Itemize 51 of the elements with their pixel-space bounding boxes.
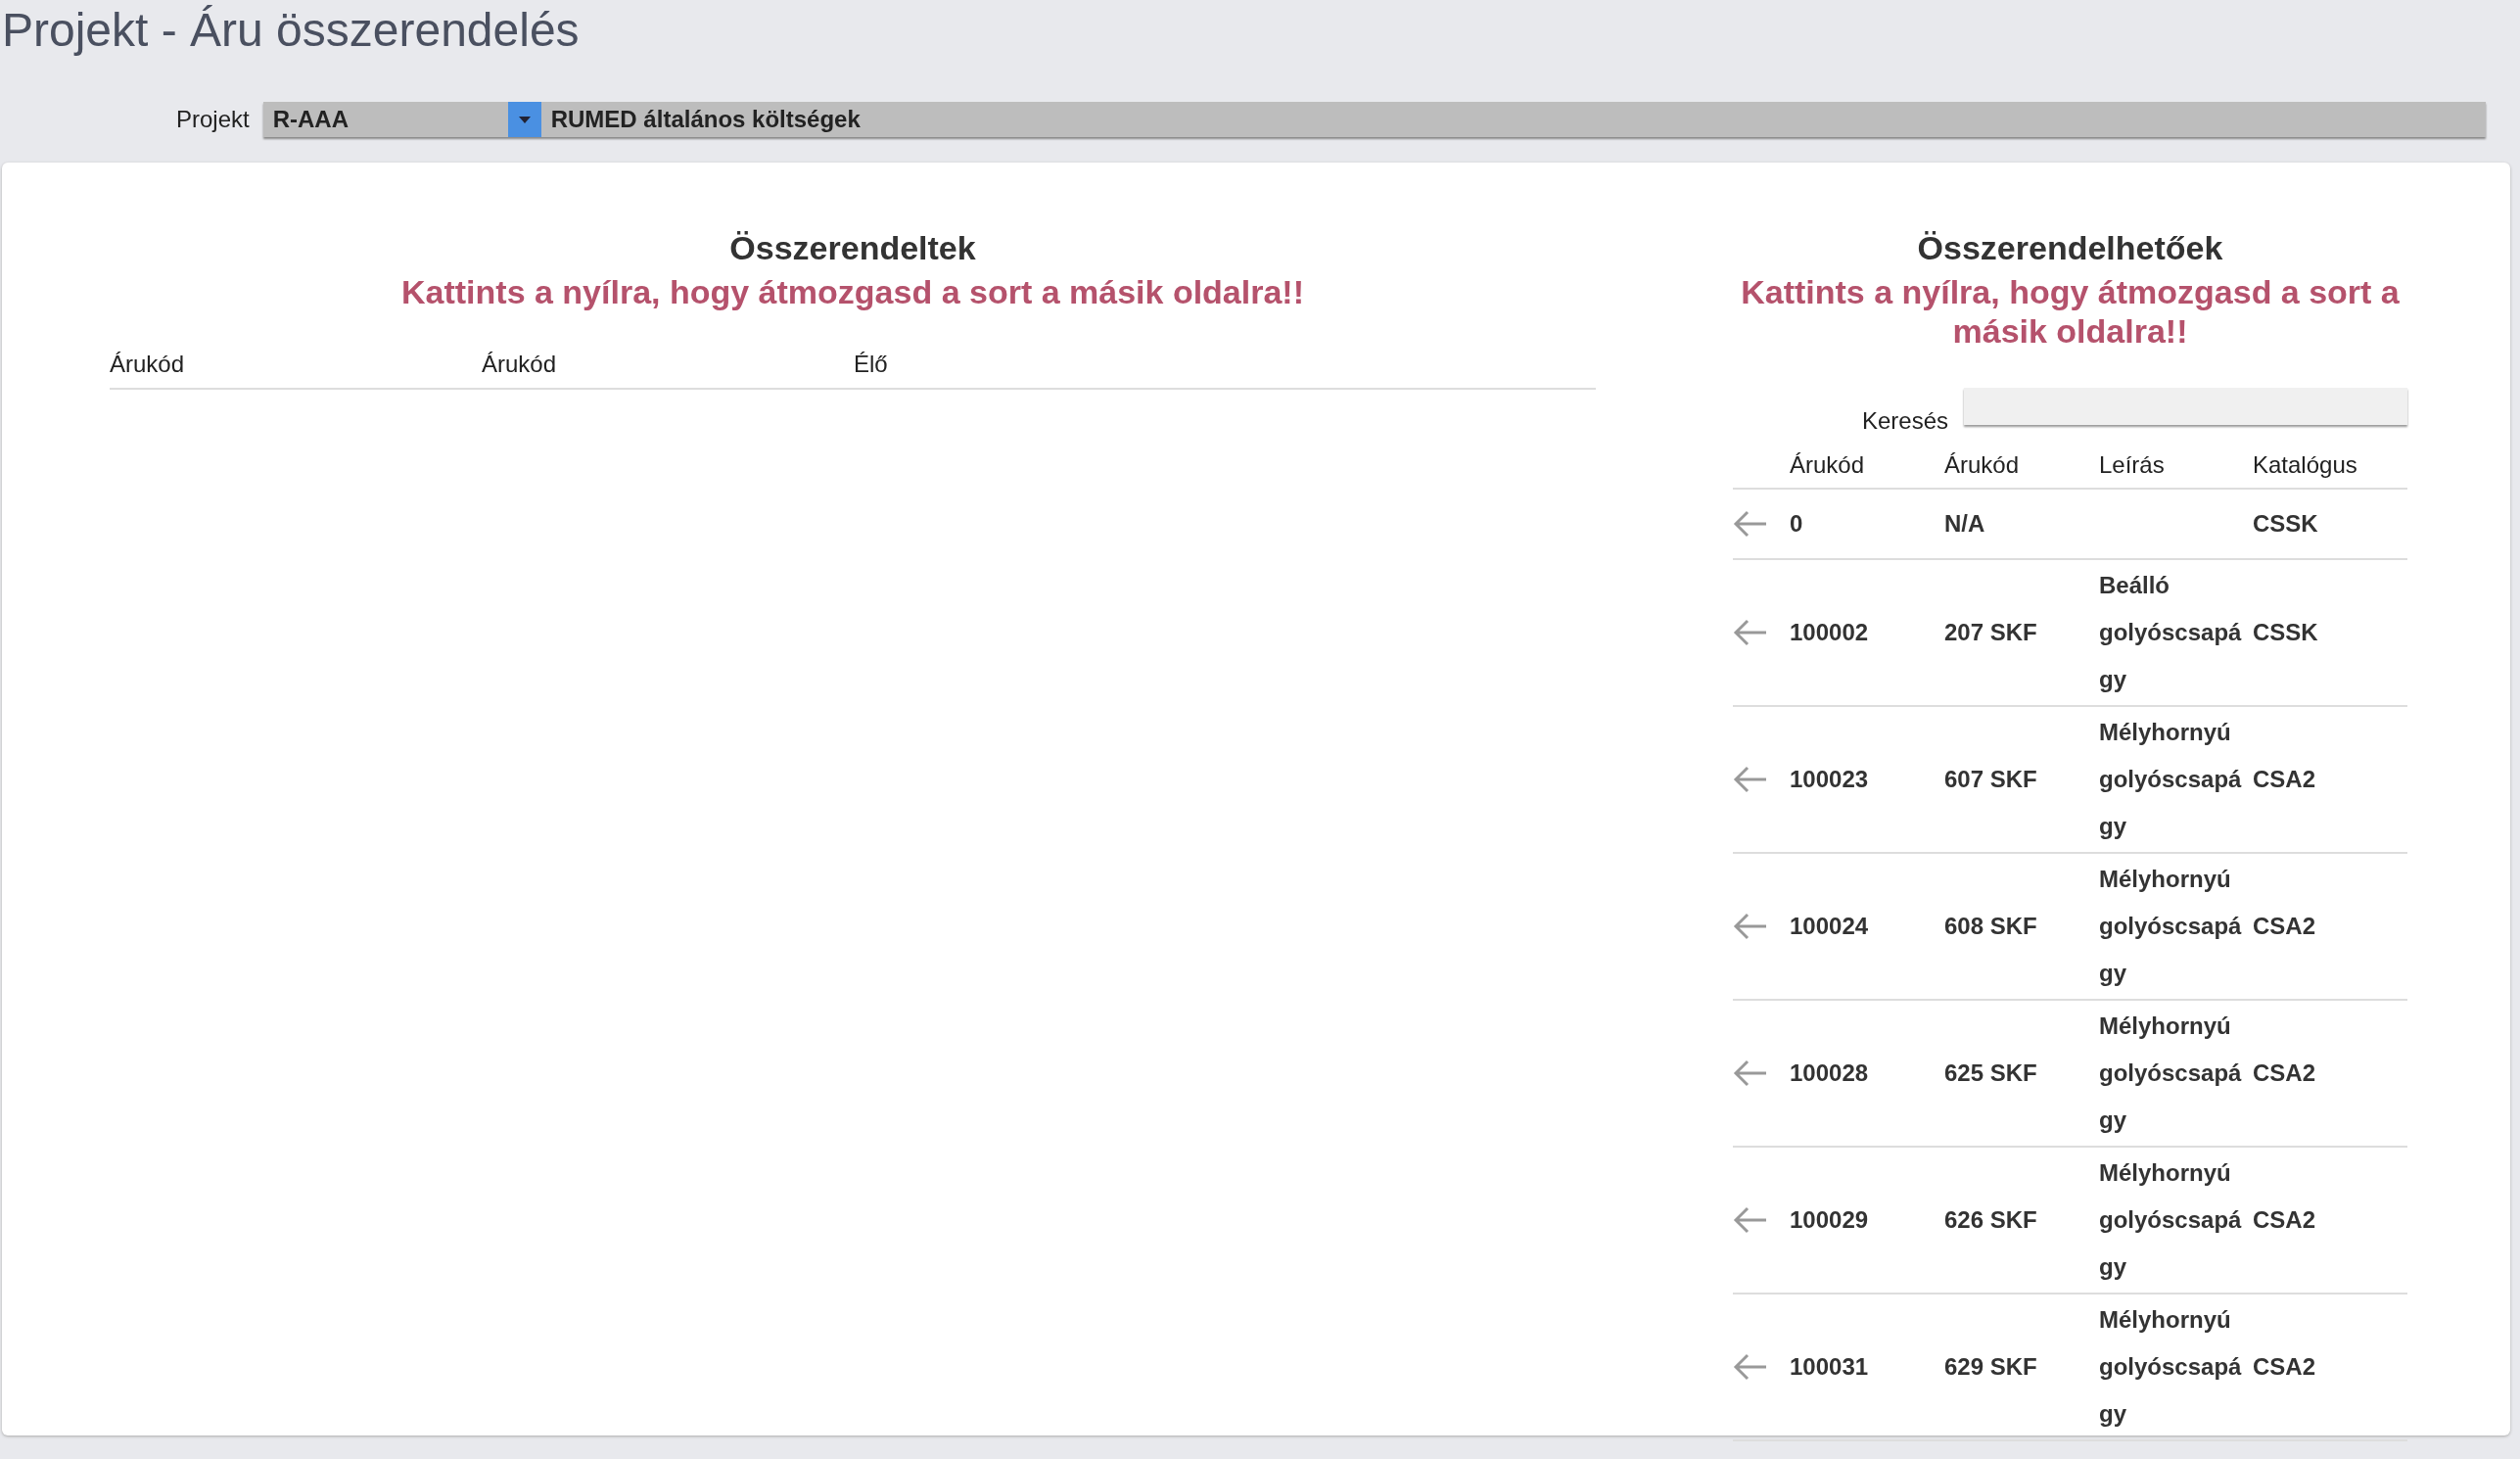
table-cell: 100024 — [1790, 913, 1869, 939]
search-label: Keresés — [1861, 407, 1948, 435]
table-cell: 0 — [1790, 510, 1803, 537]
table-cell: Mélyhornyú golyóscsapágy — [2099, 1306, 2242, 1427]
hint-text: Kattints a nyílra, hogy átmozgasd a sort a másik oldalra!! — [400, 272, 1305, 311]
left-arrow-icon[interactable] — [1733, 913, 1768, 940]
column-header: Árukód — [110, 351, 186, 378]
table-cell: CSA2 — [2253, 1206, 2316, 1233]
left-arrow-icon[interactable] — [1733, 619, 1768, 646]
hint-text: Kattints a nyílra, hogy átmozgasd a sort a másik oldalra!! — [1740, 272, 2401, 351]
column-header: Árukód — [1790, 451, 1865, 478]
project-label: Projekt — [176, 106, 250, 133]
table-cell: 629 SKF — [1944, 1353, 2037, 1380]
section-title: Összerendelhetőek — [1916, 228, 2224, 268]
column-header: Élő — [854, 351, 889, 378]
column-header: Katalógus — [2253, 451, 2357, 478]
table-cell: CSA2 — [2253, 913, 2316, 939]
left-arrow-icon[interactable] — [1733, 1206, 1768, 1234]
page-title: Projekt - Áru összerendelés — [1, 3, 581, 58]
table-cell: CSA2 — [2253, 766, 2316, 792]
project-select[interactable]: R-AAA RUMED általános költségek — [262, 102, 2486, 137]
table-cell: Beálló golyóscsapágy — [2099, 572, 2242, 692]
table-cell: CSA2 — [2253, 1353, 2316, 1380]
column-header: Árukód — [1944, 451, 2020, 478]
table-cell: N/A — [1944, 510, 1985, 537]
left-arrow-icon[interactable] — [1733, 510, 1768, 538]
table-cell: Mélyhornyú golyóscsapágy — [2099, 719, 2242, 839]
left-arrow-icon[interactable] — [1733, 1059, 1768, 1087]
table-cell: CSSK — [2253, 619, 2318, 645]
table-cell: Mélyhornyú golyóscsapágy — [2099, 1012, 2242, 1133]
table-cell: 608 SKF — [1944, 913, 2037, 939]
table-cell: Mélyhornyú golyóscsapágy — [2099, 866, 2242, 986]
table-cell: CSSK — [2253, 510, 2318, 537]
table-cell: 207 SKF — [1944, 619, 2037, 645]
table-cell: 607 SKF — [1944, 766, 2037, 792]
column-header: Leírás — [2099, 451, 2165, 478]
table-cell: Mélyhornyú golyóscsapágy — [2099, 1159, 2242, 1280]
table-cell: 100029 — [1790, 1206, 1869, 1233]
left-arrow-icon[interactable] — [1733, 1353, 1768, 1381]
search-field[interactable] — [1964, 388, 2407, 425]
table-cell: CSA2 — [2253, 1059, 2316, 1086]
dropdown-caret-icon[interactable] — [507, 102, 541, 137]
table-cell: 100028 — [1790, 1059, 1869, 1086]
table-cell: 100023 — [1790, 766, 1869, 792]
section-title: Összerendeltek — [728, 228, 977, 268]
column-header: Árukód — [482, 351, 558, 378]
table-cell: 100031 — [1790, 1353, 1869, 1380]
table-cell: 626 SKF — [1944, 1206, 2037, 1233]
table-cell: 625 SKF — [1944, 1059, 2037, 1086]
table-cell: 100002 — [1790, 619, 1869, 645]
left-arrow-icon[interactable] — [1733, 766, 1768, 793]
